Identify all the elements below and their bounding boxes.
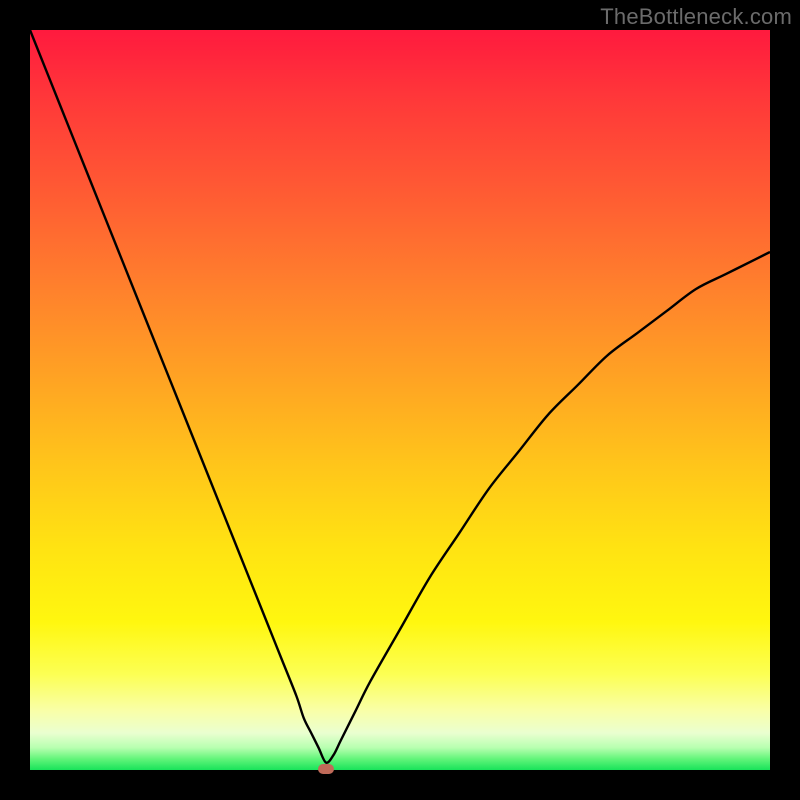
chart-frame: TheBottleneck.com xyxy=(0,0,800,800)
plot-area xyxy=(30,30,770,770)
bottleneck-curve xyxy=(30,30,770,770)
optimal-point-marker xyxy=(318,764,334,774)
watermark-text: TheBottleneck.com xyxy=(600,4,792,30)
